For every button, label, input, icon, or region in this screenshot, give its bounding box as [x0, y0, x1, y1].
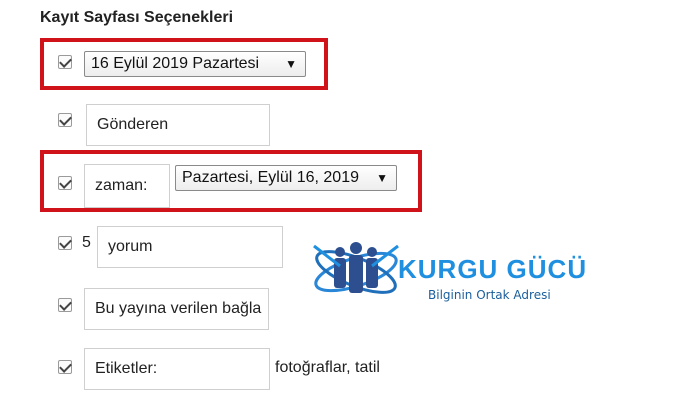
checkbox-checked-icon[interactable] — [58, 360, 72, 374]
comments-field-text: yorum — [108, 238, 153, 255]
date-format-value: 16 Eylül 2019 Pazartesi — [91, 55, 260, 72]
brand-name: KURGU GÜCÜ — [398, 254, 588, 284]
sender-field-text: Gönderen — [97, 116, 169, 133]
checkbox-checked-icon[interactable] — [58, 176, 72, 190]
dropdown-caret-icon: ▼ — [285, 57, 297, 71]
date-format-select[interactable]: 16 Eylül 2019 Pazartesi ▼ — [84, 51, 306, 77]
people-orbit-logo-icon — [313, 242, 399, 294]
tags-label-text: Etiketler: — [95, 360, 158, 377]
comments-count: 5 — [82, 234, 91, 251]
checkbox-checked-icon[interactable] — [58, 55, 72, 69]
comments-field[interactable]: yorum — [97, 226, 283, 268]
dropdown-caret-icon: ▼ — [376, 171, 388, 185]
checkbox-checked-icon[interactable] — [58, 298, 72, 312]
checkbox-checked-icon[interactable] — [58, 236, 72, 250]
checkbox-checked-icon[interactable] — [58, 113, 72, 127]
time-label-field[interactable]: zaman: — [84, 164, 170, 208]
brand-tagline: Bilginin Ortak Adresi — [428, 288, 551, 302]
backlink-field[interactable]: Bu yayına verilen bağla — [84, 288, 269, 330]
tags-label-field[interactable]: Etiketler: — [84, 348, 270, 390]
time-label-text: zaman: — [95, 177, 148, 194]
time-format-value: Pazartesi, Eylül 16, 2019 — [182, 169, 359, 186]
sender-field[interactable]: Gönderen — [86, 104, 270, 146]
time-format-select[interactable]: Pazartesi, Eylül 16, 2019 ▼ — [175, 165, 397, 191]
backlink-field-text: Bu yayına verilen bağla — [95, 300, 262, 317]
tags-values: fotoğraflar, tatil — [275, 359, 380, 376]
section-title: Kayıt Sayfası Seçenekleri — [40, 9, 234, 26]
